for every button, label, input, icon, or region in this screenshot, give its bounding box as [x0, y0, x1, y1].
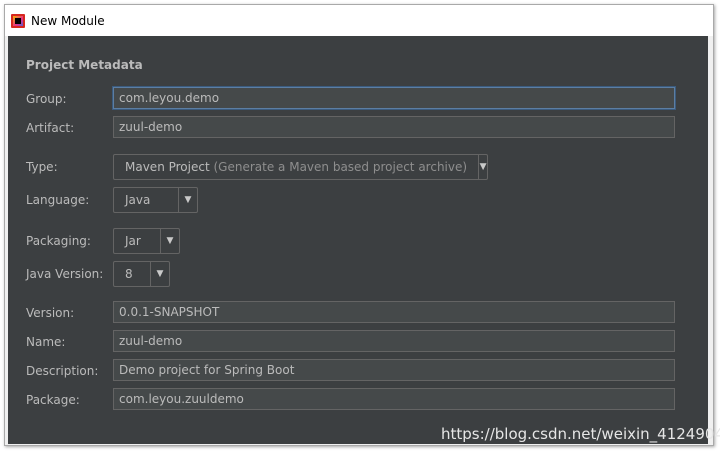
intellij-app-icon [11, 13, 25, 28]
package-input[interactable]: com.leyou.zuuldemo [113, 388, 675, 410]
packaging-dropdown[interactable]: Jar ▼ [113, 228, 180, 254]
language-dropdown[interactable]: Java ▼ [113, 187, 198, 213]
name-label: Name: [26, 335, 66, 349]
version-input[interactable]: 0.0.1-SNAPSHOT [113, 301, 675, 323]
type-dropdown[interactable]: Maven Project (Generate a Maven based pr… [113, 154, 488, 180]
type-hint: (Generate a Maven based project archive) [213, 160, 468, 174]
java-version-dropdown[interactable]: 8 ▼ [113, 261, 170, 287]
group-input[interactable]: com.leyou.demo [113, 87, 675, 109]
packaging-value: Jar [125, 234, 141, 248]
language-label: Language: [26, 193, 90, 207]
version-label: Version: [26, 306, 75, 320]
chevron-down-icon[interactable]: ▼ [178, 188, 197, 212]
project-metadata-panel: Project Metadata Group: com.leyou.demo A… [8, 36, 708, 444]
watermark-text: https://blog.csdn.net/weixin_41249041 [441, 425, 720, 443]
package-label: Package: [26, 393, 80, 407]
artifact-input[interactable]: zuul-demo [113, 116, 675, 138]
title-bar: New Module [5, 5, 713, 36]
chevron-down-icon[interactable]: ▼ [160, 229, 179, 253]
description-label: Description: [26, 364, 99, 378]
artifact-label: Artifact: [26, 121, 75, 135]
description-input[interactable]: Demo project for Spring Boot [113, 359, 675, 381]
window-title: New Module [31, 13, 105, 28]
java-version-label: Java Version: [26, 267, 104, 281]
group-label: Group: [26, 92, 67, 106]
type-value: Maven Project [125, 160, 210, 174]
new-module-dialog: New Module Project Metadata Group: com.l… [4, 4, 714, 446]
java-version-value: 8 [125, 267, 133, 281]
section-title: Project Metadata [26, 58, 143, 72]
name-input[interactable]: zuul-demo [113, 330, 675, 352]
chevron-down-icon[interactable]: ▼ [478, 155, 487, 179]
packaging-label: Packaging: [26, 234, 91, 248]
language-value: Java [125, 193, 151, 207]
chevron-down-icon[interactable]: ▼ [150, 262, 169, 286]
type-label: Type: [26, 160, 58, 174]
